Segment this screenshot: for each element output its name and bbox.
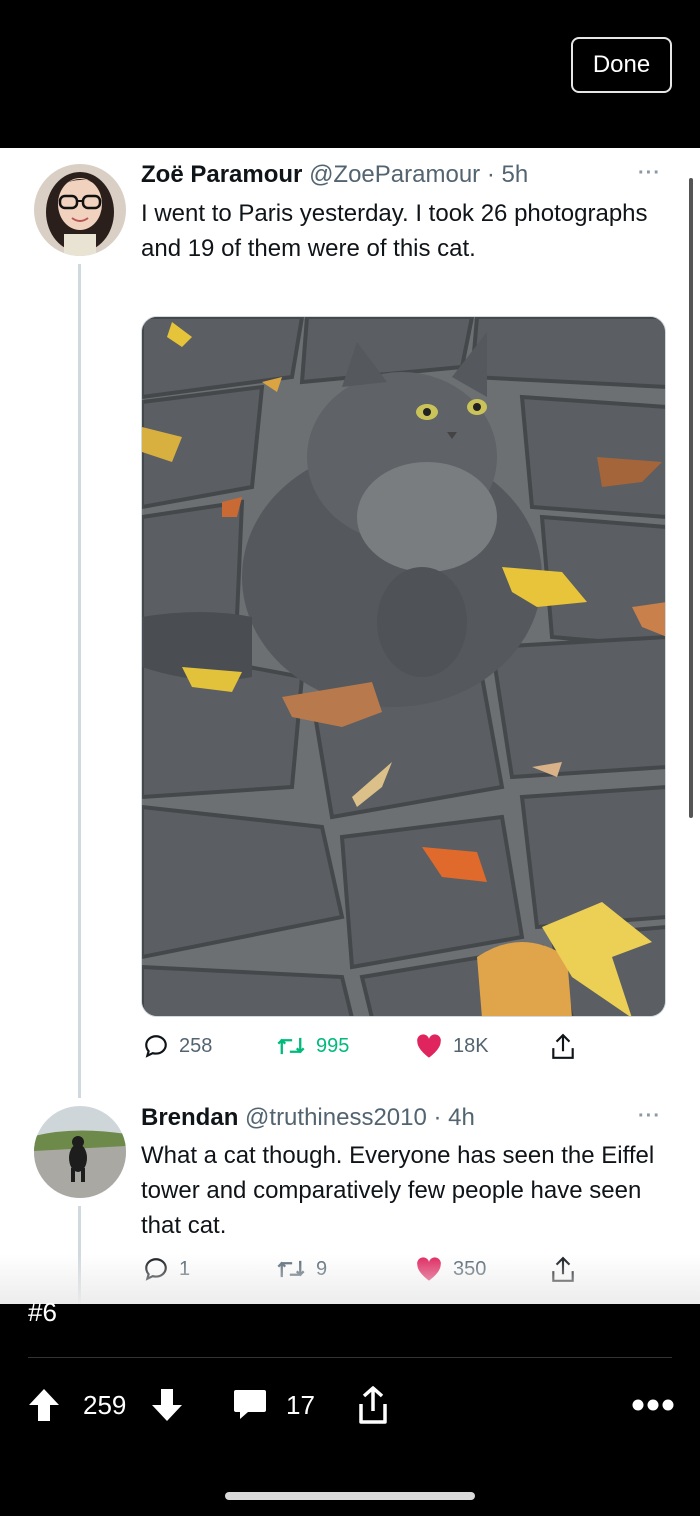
share-button[interactable]	[356, 1383, 390, 1427]
downvote-button[interactable]	[150, 1383, 184, 1427]
vote-count: 259	[83, 1389, 127, 1420]
cat-photo	[142, 317, 665, 1016]
avatar-photo-zoe	[34, 164, 126, 256]
reply-action[interactable]: 258	[143, 1033, 212, 1059]
home-indicator[interactable]	[225, 1492, 475, 1500]
dot-separator: ·	[480, 161, 502, 188]
comment-icon	[234, 1390, 266, 1419]
more-icon	[632, 1399, 674, 1411]
retweet-count: 995	[316, 1034, 350, 1057]
heart-icon	[417, 1034, 441, 1058]
arrow-down-icon	[152, 1389, 182, 1421]
share-icon	[359, 1386, 387, 1424]
retweet-action[interactable]: 995	[276, 1033, 349, 1059]
viewer-top-bar: Done	[0, 0, 700, 148]
post-number: #6	[28, 1297, 57, 1327]
comments-button[interactable]	[232, 1383, 268, 1427]
share-icon	[552, 1033, 574, 1059]
more-options-button[interactable]	[632, 1383, 674, 1427]
reply-count: 258	[179, 1034, 213, 1057]
tweet-time[interactable]: 5h	[501, 161, 528, 188]
reply-icon	[145, 1035, 167, 1058]
upvote-button[interactable]	[27, 1383, 61, 1427]
author-name[interactable]: Brendan	[141, 1104, 238, 1131]
tweet-text: What a cat though. Everyone has seen the…	[141, 1142, 655, 1239]
avatar[interactable]	[34, 164, 126, 256]
like-count: 18K	[453, 1034, 489, 1057]
retweet-icon	[277, 1037, 305, 1055]
avatar-photo-brendan	[34, 1106, 126, 1198]
tweet-header: Zoë Paramour @ZoeParamour · 5h	[141, 161, 528, 189]
tweet-actions: 258 995 18K	[0, 1033, 700, 1063]
more-icon[interactable]: ···	[638, 1105, 661, 1128]
scrollbar[interactable]	[689, 178, 693, 818]
done-button[interactable]: Done	[571, 37, 672, 93]
bottom-fade	[0, 1254, 700, 1304]
tweet-photo-cat[interactable]	[141, 316, 666, 1017]
tweet-text: I went to Paris yesterday. I took 26 pho…	[141, 200, 648, 262]
like-action[interactable]: 18K	[415, 1033, 489, 1059]
thread-line	[78, 264, 81, 1098]
divider	[28, 1357, 672, 1358]
author-name[interactable]: Zoë Paramour	[141, 161, 302, 188]
author-handle[interactable]: @truthiness2010	[245, 1104, 427, 1131]
author-handle[interactable]: @ZoeParamour	[309, 161, 480, 188]
tweet-time[interactable]: 4h	[448, 1104, 475, 1131]
tweet-screenshot: Zoë Paramour @ZoeParamour · 5h ··· I wen…	[0, 148, 700, 1304]
comment-count: 17	[286, 1389, 315, 1420]
share-action[interactable]	[550, 1033, 576, 1061]
more-icon[interactable]: ···	[638, 162, 661, 185]
avatar[interactable]	[34, 1106, 126, 1198]
arrow-up-icon	[29, 1389, 59, 1421]
tweet-header: Brendan @truthiness2010 · 4h	[141, 1104, 475, 1132]
dot-separator: ·	[426, 1104, 449, 1131]
